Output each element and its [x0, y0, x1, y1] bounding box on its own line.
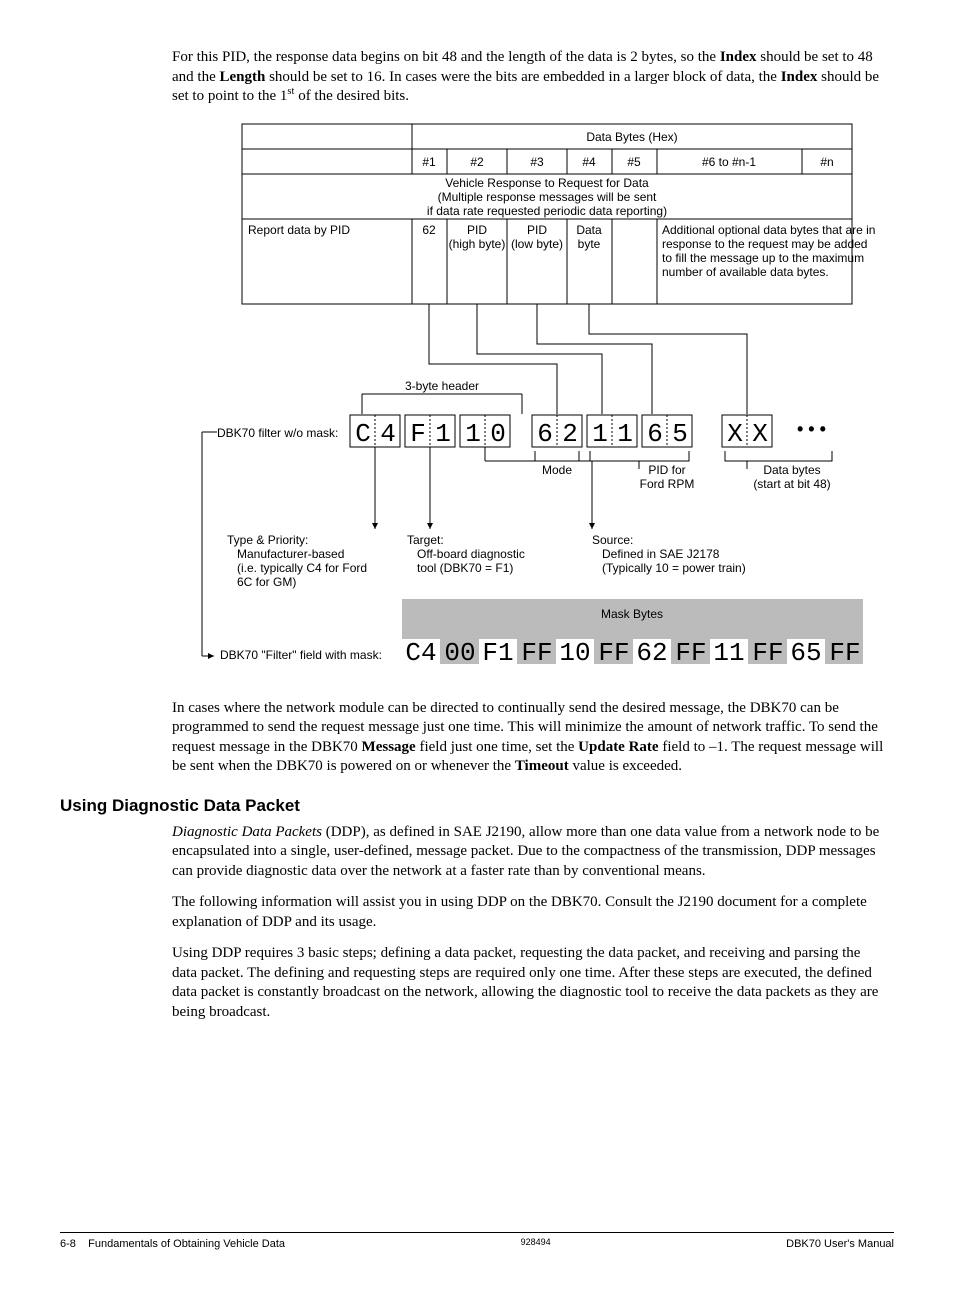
label-3byte: 3-byte header	[405, 379, 479, 393]
hdr-col: #3	[530, 155, 544, 169]
cell: Additional optional data bytes that are …	[662, 223, 875, 237]
mask-pair: FF	[598, 638, 629, 668]
tp: 6C for GM)	[237, 575, 296, 589]
text: field just one time, set the	[416, 739, 578, 755]
label-mode: Mode	[542, 463, 572, 477]
cell: Data	[576, 223, 602, 237]
text-italic: Diagnostic Data Packets	[172, 824, 322, 840]
report-by-pid: Report data by PID	[248, 223, 350, 237]
src: Source:	[592, 533, 633, 547]
para-ddp-2: The following information will assist yo…	[172, 893, 884, 932]
text: should be set to 16. In cases were the b…	[265, 69, 780, 85]
mask-pair: 11	[713, 638, 744, 668]
nibble: 1	[592, 419, 608, 449]
para-ddp-1: Diagnostic Data Packets (DDP), as define…	[172, 823, 884, 882]
footer-docnum: 928494	[521, 1237, 551, 1251]
intro-paragraph: For this PID, the response data begins o…	[172, 48, 884, 107]
filter-with-mask: DBK70 "Filter" field with mask:	[220, 648, 382, 662]
nibble: 5	[672, 419, 688, 449]
nibble: 0	[490, 419, 506, 449]
text: of the desired bits.	[294, 88, 409, 104]
hdr-col: #1	[422, 155, 436, 169]
footer-title: DBK70 User's Manual	[786, 1237, 894, 1251]
mask-pair: C4	[405, 638, 436, 668]
label-ford-rpm: Ford RPM	[640, 477, 695, 491]
cell-62: 62	[422, 223, 436, 237]
tp: Type & Priority:	[227, 533, 308, 547]
text-bold: Update Rate	[578, 739, 658, 755]
dots: • • •	[797, 419, 826, 439]
text: For this PID, the response data begins o…	[172, 49, 720, 65]
cell: byte	[578, 237, 601, 251]
label-pid-for: PID for	[648, 463, 685, 477]
src: (Typically 10 = power train)	[602, 561, 746, 575]
cell: PID	[527, 223, 547, 237]
heading-ddp: Using Diagnostic Data Packet	[60, 795, 894, 817]
label-databytes: Data bytes	[763, 463, 820, 477]
footer-chapter: Fundamentals of Obtaining Vehicle Data	[88, 1238, 285, 1250]
mask-pair: FF	[752, 638, 783, 668]
text-bold: Index	[781, 69, 818, 85]
pid-diagram: Data Bytes (Hex) #1 #2 #3 #4 #5 #6 to #n…	[172, 119, 892, 689]
vehicle-resp: Vehicle Response to Request for Data	[445, 176, 649, 190]
text-bold: Message	[362, 739, 416, 755]
text: value is exceeded.	[569, 758, 682, 774]
para-after-diagram: In cases where the network module can be…	[172, 699, 884, 777]
mask-pair: FF	[521, 638, 552, 668]
text-bold: Length	[219, 69, 265, 85]
nibble: 1	[465, 419, 481, 449]
label-databytes: (start at bit 48)	[753, 477, 830, 491]
cell: response to the request may be added	[662, 237, 867, 251]
hdr-databytes: Data Bytes (Hex)	[586, 130, 677, 144]
vehicle-resp: (Multiple response messages will be sent	[438, 190, 657, 204]
tgt: tool (DBK70 = F1)	[417, 561, 513, 575]
nibble: X	[752, 419, 768, 449]
mask-pair: 10	[559, 638, 590, 668]
nibble: 6	[537, 419, 553, 449]
nibble: F	[410, 419, 426, 449]
footer-page: 6-8	[60, 1238, 76, 1250]
nibble: 1	[435, 419, 451, 449]
hdr-col: #6 to #n-1	[702, 155, 756, 169]
nibble: X	[727, 419, 743, 449]
hdr-col: #4	[582, 155, 596, 169]
cell: PID	[467, 223, 487, 237]
text-bold: Index	[720, 49, 757, 65]
hdr-col: #5	[627, 155, 641, 169]
cell: (high byte)	[449, 237, 506, 251]
tgt: Off-board diagnostic	[417, 547, 525, 561]
nibble: 1	[617, 419, 633, 449]
nibble: C	[355, 419, 371, 449]
hdr-col: #n	[820, 155, 833, 169]
nibble: 6	[647, 419, 663, 449]
label-filter-no-mask: DBK70 filter w/o mask:	[217, 426, 338, 440]
tgt: Target:	[407, 533, 444, 547]
text-bold: Timeout	[515, 758, 569, 774]
mask-pair: FF	[675, 638, 706, 668]
para-ddp-3: Using DDP requires 3 basic steps; defini…	[172, 944, 884, 1022]
nibble: 4	[380, 419, 396, 449]
cell: to fill the message up to the maximum	[662, 251, 864, 265]
hdr-col: #2	[470, 155, 484, 169]
cell: (low byte)	[511, 237, 563, 251]
mask-pair: 62	[636, 638, 667, 668]
mask-pair: 65	[790, 638, 821, 668]
mask-pair: F1	[482, 638, 513, 668]
cell: number of available data bytes.	[662, 265, 829, 279]
src: Defined in SAE J2178	[602, 547, 720, 561]
mask-pair: 00	[444, 638, 475, 668]
mask-bytes-label: Mask Bytes	[601, 607, 663, 621]
nibble: 2	[562, 419, 578, 449]
tp: (i.e. typically C4 for Ford	[237, 561, 367, 575]
tp: Manufacturer-based	[237, 547, 344, 561]
vehicle-resp: if data rate requested periodic data rep…	[427, 204, 667, 218]
mask-pair: FF	[829, 638, 860, 668]
